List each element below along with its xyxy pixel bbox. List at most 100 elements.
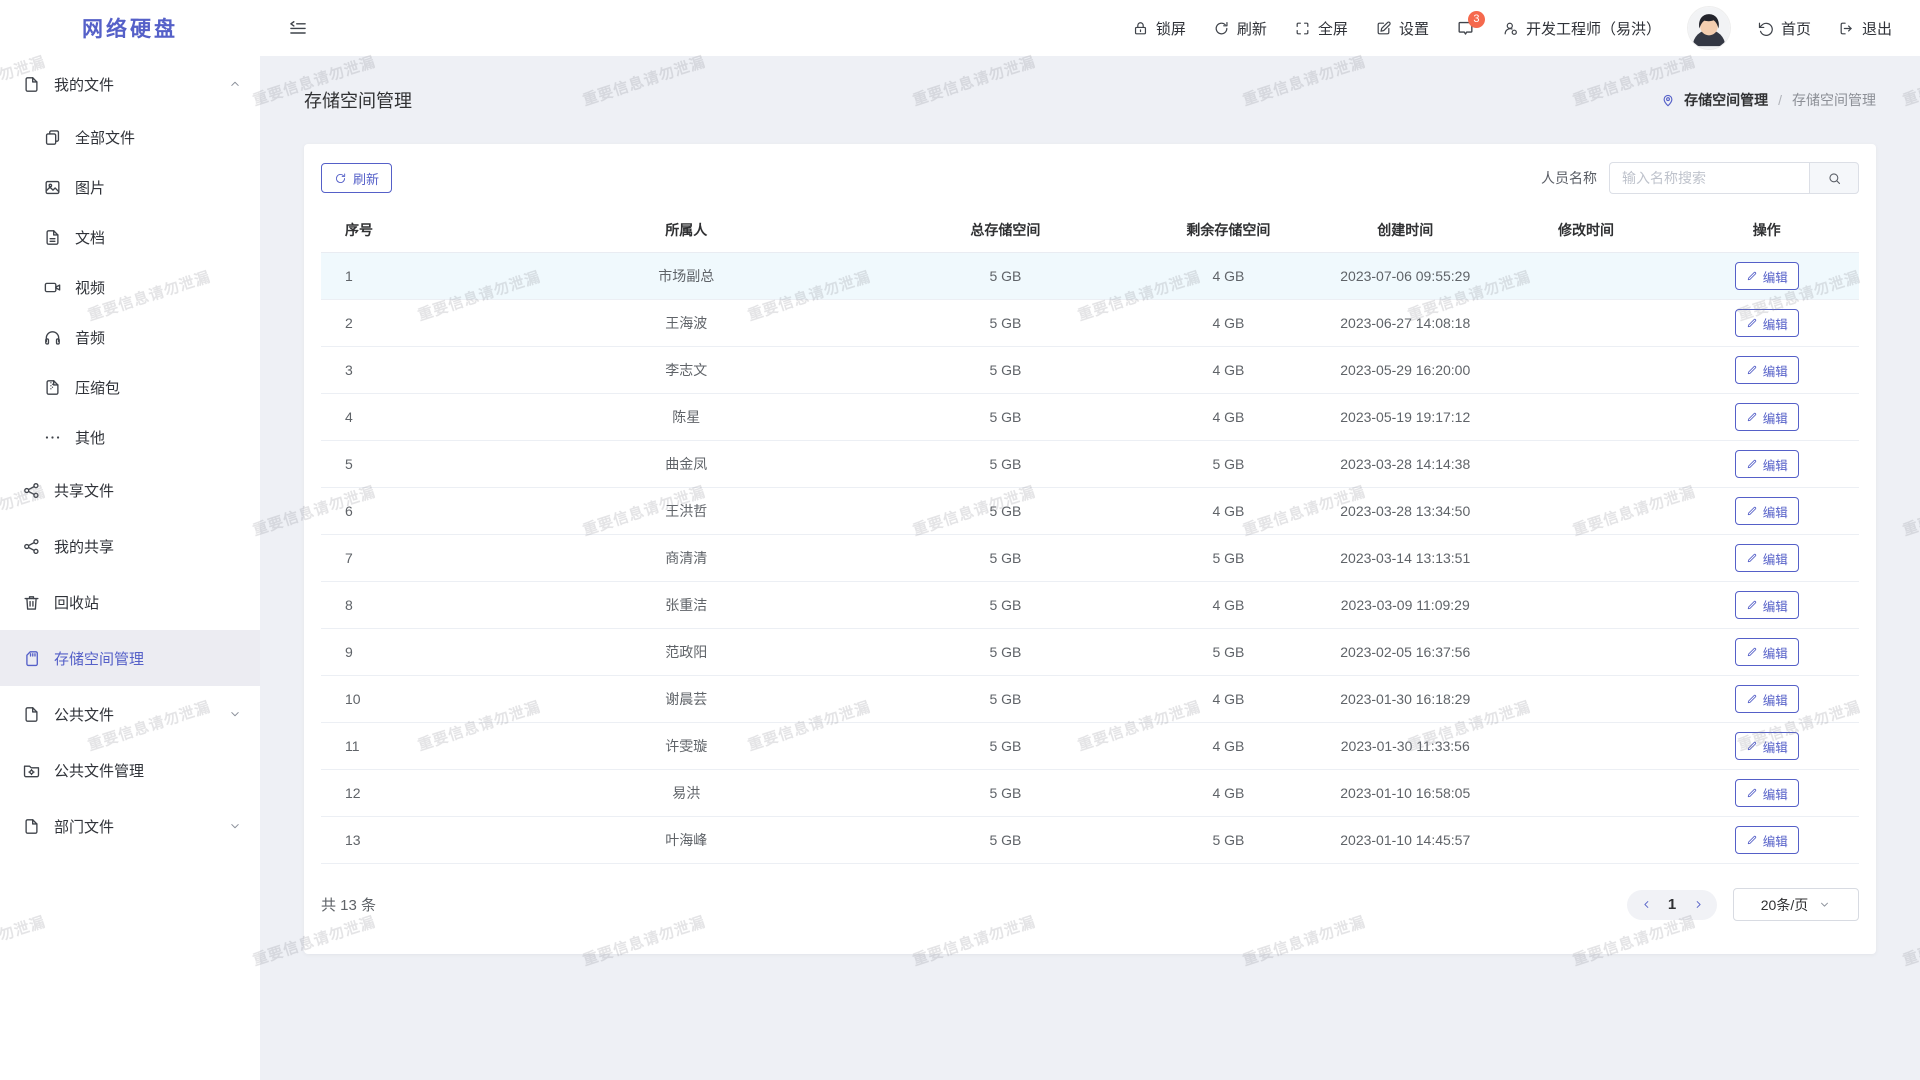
- pencil-icon: [1746, 505, 1758, 517]
- edit-button[interactable]: 编辑: [1735, 591, 1799, 619]
- cell-owner: 商清清: [506, 535, 867, 582]
- cell-owner: 易洪: [506, 770, 867, 817]
- edit-button[interactable]: 编辑: [1735, 497, 1799, 525]
- pencil-icon: [1746, 787, 1758, 799]
- edit-button[interactable]: 编辑: [1735, 262, 1799, 290]
- cell-created: 2023-01-10 16:58:05: [1313, 770, 1498, 817]
- sidebar-item-shared-files[interactable]: 共享文件: [0, 462, 260, 518]
- search-button[interactable]: [1809, 162, 1859, 194]
- pencil-icon: [1746, 552, 1758, 564]
- storage-table: 序号所属人总存储空间剩余存储空间创建时间修改时间操作 1市场副总5 GB4 GB…: [321, 208, 1859, 864]
- edit-button[interactable]: 编辑: [1735, 685, 1799, 713]
- cell-created: 2023-03-28 14:14:38: [1313, 441, 1498, 488]
- sidebar-item-storage-management[interactable]: 存储空间管理: [0, 630, 260, 686]
- refresh-page-button[interactable]: 刷新: [1213, 18, 1267, 39]
- files-icon: [43, 128, 62, 147]
- sidebar-item-label: 全部文件: [75, 127, 242, 148]
- sidebar-item-others[interactable]: 其他: [0, 412, 260, 462]
- sidebar-item-public-files[interactable]: 公共文件: [0, 686, 260, 742]
- cell-actions: 编辑: [1674, 582, 1859, 629]
- current-page[interactable]: 1: [1659, 896, 1685, 913]
- edit-button[interactable]: 编辑: [1735, 732, 1799, 760]
- edit-label: 编辑: [1763, 831, 1788, 850]
- table-row: 5曲金凤5 GB5 GB2023-03-28 14:14:38编辑: [321, 441, 1859, 488]
- cell-remaining: 4 GB: [1144, 488, 1313, 535]
- column-header: 创建时间: [1313, 208, 1498, 253]
- sidebar-item-label: 公共文件: [54, 704, 228, 725]
- cell-index: 7: [321, 535, 506, 582]
- cell-created: 2023-06-27 14:08:18: [1313, 300, 1498, 347]
- logout-button[interactable]: 退出: [1838, 18, 1892, 39]
- fullscreen-button[interactable]: 全屏: [1294, 18, 1348, 39]
- cell-modified: [1498, 253, 1675, 300]
- cell-remaining: 4 GB: [1144, 723, 1313, 770]
- document-icon: [43, 228, 62, 247]
- pencil-icon: [1746, 693, 1758, 705]
- home-button[interactable]: 首页: [1757, 18, 1811, 39]
- sidebar-item-public-files-management[interactable]: 公共文件管理: [0, 742, 260, 798]
- edit-button[interactable]: 编辑: [1735, 826, 1799, 854]
- refresh-button[interactable]: 刷新: [321, 163, 392, 193]
- edit-button[interactable]: 编辑: [1735, 403, 1799, 431]
- edit-button[interactable]: 编辑: [1735, 450, 1799, 478]
- cell-created: 2023-03-14 13:13:51: [1313, 535, 1498, 582]
- cell-modified: [1498, 441, 1675, 488]
- cell-owner: 范政阳: [506, 629, 867, 676]
- cell-actions: 编辑: [1674, 770, 1859, 817]
- page-size-select[interactable]: 20条/页: [1733, 888, 1859, 921]
- cell-owner: 曲金凤: [506, 441, 867, 488]
- sidebar-item-my-shares[interactable]: 我的共享: [0, 518, 260, 574]
- cell-index: 12: [321, 770, 506, 817]
- edit-button[interactable]: 编辑: [1735, 309, 1799, 337]
- cell-modified: [1498, 300, 1675, 347]
- sidebar-item-documents[interactable]: 文档: [0, 212, 260, 262]
- pencil-icon: [1746, 270, 1758, 282]
- edit-label: 编辑: [1763, 361, 1788, 380]
- sidebar-item-my-files[interactable]: 我的文件: [0, 56, 260, 112]
- cell-index: 10: [321, 676, 506, 723]
- sidebar-item-all-files[interactable]: 全部文件: [0, 112, 260, 162]
- edit-button[interactable]: 编辑: [1735, 356, 1799, 384]
- sidebar-item-archives[interactable]: 压缩包: [0, 362, 260, 412]
- table-footer: 共 13 条 1 20条/页: [321, 888, 1859, 921]
- table-row: 12易洪5 GB4 GB2023-01-10 16:58:05编辑: [321, 770, 1859, 817]
- user-avatar[interactable]: [1688, 7, 1730, 49]
- table-row: 1市场副总5 GB4 GB2023-07-06 09:55:29编辑: [321, 253, 1859, 300]
- cell-modified: [1498, 488, 1675, 535]
- edit-button[interactable]: 编辑: [1735, 544, 1799, 572]
- file-icon: [22, 817, 41, 836]
- sidebar-item-audio[interactable]: 音频: [0, 312, 260, 362]
- sidebar-item-videos[interactable]: 视频: [0, 262, 260, 312]
- next-page-button[interactable]: [1685, 892, 1711, 918]
- sidebar-item-label: 音频: [75, 327, 242, 348]
- user-role[interactable]: 开发工程师（易洪）: [1502, 18, 1661, 39]
- storage-icon: [22, 649, 41, 668]
- cell-created: 2023-05-29 16:20:00: [1313, 347, 1498, 394]
- cell-actions: 编辑: [1674, 253, 1859, 300]
- cell-created: 2023-01-10 14:45:57: [1313, 817, 1498, 864]
- share-icon: [22, 481, 41, 500]
- search-input[interactable]: [1609, 162, 1809, 194]
- lock-screen-button[interactable]: 锁屏: [1132, 18, 1186, 39]
- cell-modified: [1498, 394, 1675, 441]
- logout-label: 退出: [1862, 18, 1892, 39]
- undo-icon: [1757, 20, 1774, 37]
- notifications-button[interactable]: 3: [1456, 19, 1475, 38]
- prev-page-button[interactable]: [1633, 892, 1659, 918]
- user-icon: [1502, 20, 1519, 37]
- cell-remaining: 5 GB: [1144, 441, 1313, 488]
- edit-button[interactable]: 编辑: [1735, 779, 1799, 807]
- sidebar-item-recycle-bin[interactable]: 回收站: [0, 574, 260, 630]
- sidebar-item-images[interactable]: 图片: [0, 162, 260, 212]
- table-row: 2王海波5 GB4 GB2023-06-27 14:08:18编辑: [321, 300, 1859, 347]
- sidebar-item-department-files[interactable]: 部门文件: [0, 798, 260, 854]
- cell-created: 2023-03-09 11:09:29: [1313, 582, 1498, 629]
- edit-button[interactable]: 编辑: [1735, 638, 1799, 666]
- collapse-sidebar-icon[interactable]: [288, 18, 308, 38]
- column-header: 所属人: [506, 208, 867, 253]
- settings-button[interactable]: 设置: [1375, 18, 1429, 39]
- audio-icon: [43, 328, 62, 347]
- sidebar-item-label: 视频: [75, 277, 242, 298]
- cell-remaining: 4 GB: [1144, 300, 1313, 347]
- column-header: 修改时间: [1498, 208, 1675, 253]
